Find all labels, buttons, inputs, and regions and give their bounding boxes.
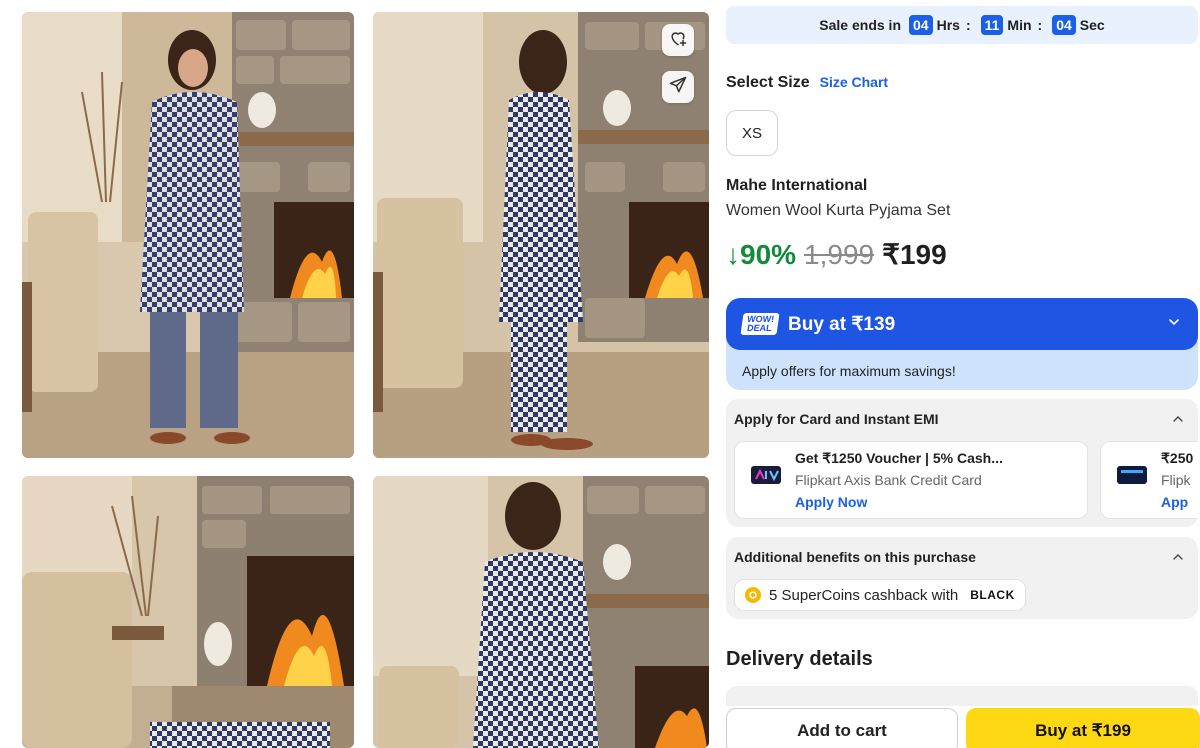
wow-deal-header[interactable]: WOW! DEAL Buy at ₹139 xyxy=(726,298,1198,350)
product-page: Sale ends in 04 Hrs : 11 Min : 04 Sec Se… xyxy=(0,0,1200,748)
price-row: ↓90% 1,999 ₹199 xyxy=(726,238,947,271)
wow-deal-card[interactable]: WOW! DEAL Buy at ₹139 Apply offers for m… xyxy=(726,298,1198,390)
supercoin-icon xyxy=(745,587,761,603)
additional-benefits-section: Additional benefits on this purchase 5 S… xyxy=(726,537,1198,619)
countdown-separator: : xyxy=(1037,17,1043,33)
size-chart-link[interactable]: Size Chart xyxy=(820,74,888,90)
benefits-heading: Additional benefits on this purchase xyxy=(734,549,976,565)
bank-offer-card[interactable]: ₹250 Flipk App xyxy=(1100,441,1198,519)
axis-card-icon xyxy=(751,466,781,484)
product-photo-room[interactable] xyxy=(22,476,354,748)
discount-percent: ↓90% xyxy=(726,239,797,270)
add-to-cart-button[interactable]: Add to cart xyxy=(726,708,958,748)
supercoins-chip[interactable]: 5 SuperCoins cashback with BLACK xyxy=(734,579,1026,611)
size-header: Select Size Size Chart xyxy=(726,74,888,92)
countdown-separator: : xyxy=(965,17,971,33)
chevron-up-icon[interactable] xyxy=(1170,549,1186,570)
credit-card-icon xyxy=(1117,466,1147,484)
offer-title: Get ₹1250 Voucher | 5% Cash... xyxy=(795,450,1003,466)
delivery-details-panel xyxy=(726,686,1198,706)
wow-badge-line2: DEAL xyxy=(746,323,773,333)
selling-price: ₹199 xyxy=(882,239,947,270)
hours-unit: Hrs xyxy=(936,17,960,33)
buy-now-button[interactable]: Buy at ₹199 xyxy=(966,708,1200,748)
wow-deal-subtitle: Apply offers for maximum savings! xyxy=(742,363,956,379)
offer-title: ₹250 xyxy=(1161,450,1194,466)
black-membership-tag: BLACK xyxy=(970,588,1015,602)
countdown-seconds: 04 xyxy=(1052,15,1076,35)
product-photo-front[interactable] xyxy=(22,12,354,458)
brand-name: Mahe International xyxy=(726,177,868,194)
wishlist-button[interactable] xyxy=(662,24,694,56)
bottom-action-bar: Add to cart Buy at ₹199 xyxy=(726,708,1200,748)
sale-countdown-banner: Sale ends in 04 Hrs : 11 Min : 04 Sec xyxy=(726,6,1198,44)
apply-now-link[interactable]: Apply Now xyxy=(795,494,867,510)
offer-card-name: Flipk xyxy=(1161,472,1191,488)
select-size-title: Select Size xyxy=(726,74,810,91)
product-photo-back[interactable] xyxy=(373,476,709,748)
chevron-up-icon[interactable] xyxy=(1170,411,1186,432)
minutes-unit: Min xyxy=(1007,17,1032,33)
countdown-hours: 04 xyxy=(909,15,933,35)
product-title: Women Wool Kurta Pyjama Set xyxy=(726,202,951,219)
chevron-down-icon[interactable] xyxy=(1166,314,1182,335)
seconds-unit: Sec xyxy=(1079,17,1105,33)
wow-deal-badge: WOW! DEAL xyxy=(740,313,780,335)
countdown-minutes: 11 xyxy=(980,15,1004,35)
supercoins-text: 5 SuperCoins cashback with xyxy=(769,586,959,604)
offer-card-name: Flipkart Axis Bank Credit Card xyxy=(795,472,982,488)
share-button[interactable] xyxy=(662,71,694,103)
delivery-details-title: Delivery details xyxy=(726,648,873,670)
wow-deal-price: Buy at ₹139 xyxy=(788,313,896,335)
original-price: 1,999 xyxy=(804,239,875,270)
sale-prefix: Sale ends in xyxy=(819,17,901,33)
apply-now-link[interactable]: App xyxy=(1161,494,1188,510)
heart-plus-icon xyxy=(668,28,688,53)
size-option-xs[interactable]: XS xyxy=(726,110,778,156)
card-emi-section: Apply for Card and Instant EMI Get ₹1250… xyxy=(726,399,1198,527)
send-icon xyxy=(668,75,688,100)
product-photo-side[interactable] xyxy=(373,12,709,458)
bank-offer-card[interactable]: Get ₹1250 Voucher | 5% Cash... Flipkart … xyxy=(734,441,1088,519)
emi-heading: Apply for Card and Instant EMI xyxy=(734,411,939,427)
